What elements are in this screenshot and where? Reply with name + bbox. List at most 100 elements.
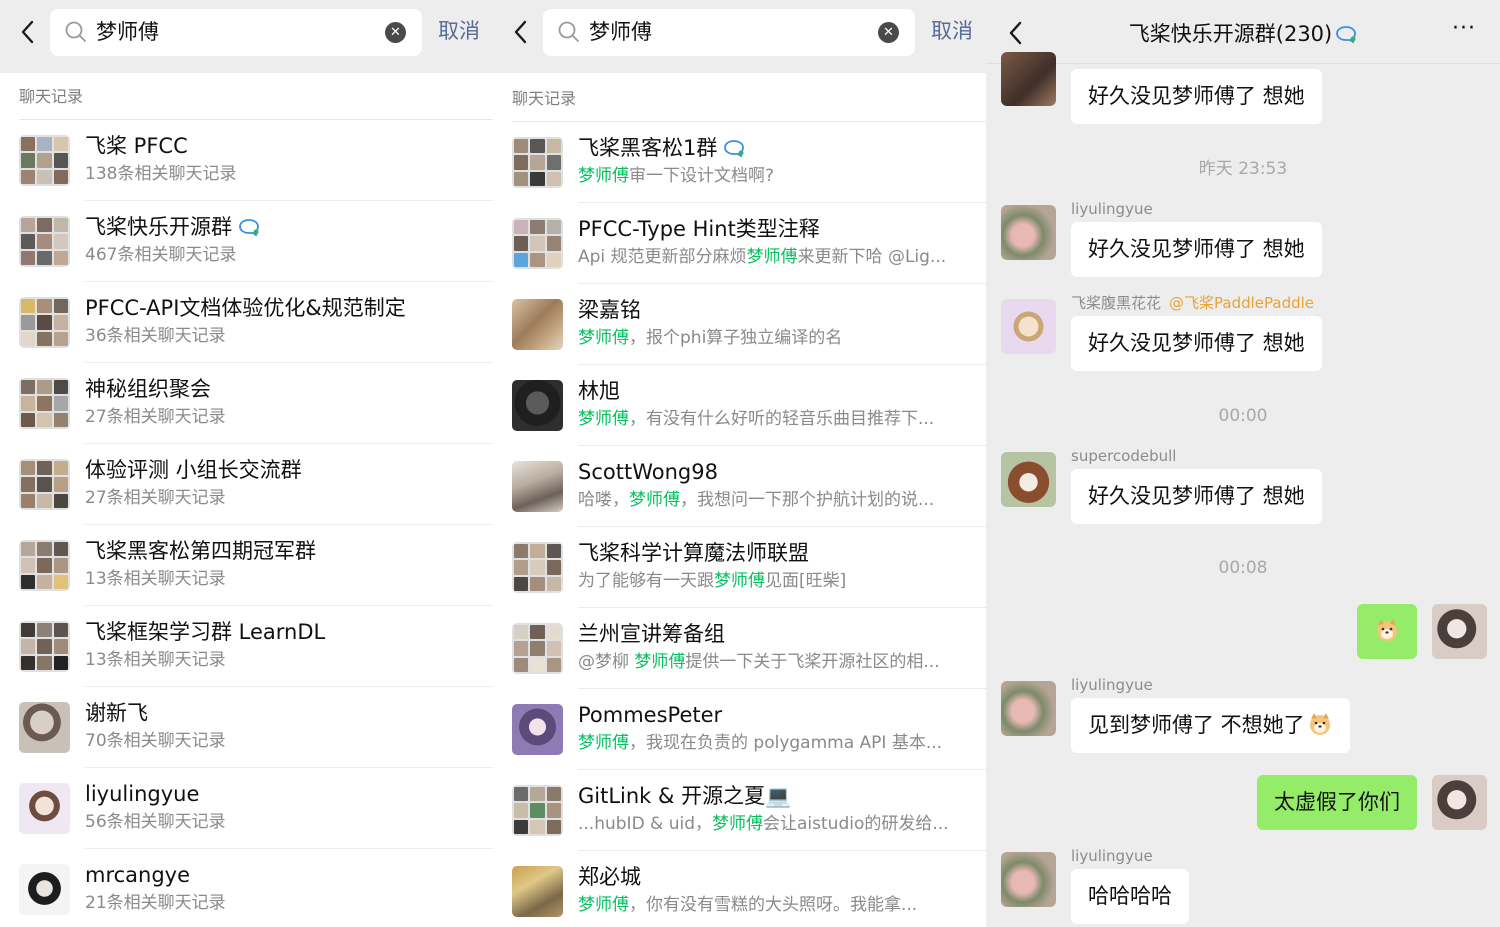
group-avatar (19, 459, 70, 510)
list-item-title: 梁嘉铭 (578, 298, 641, 322)
list-item[interactable]: 梁嘉铭 梦师傅，报个phi算子独立编译的名 (493, 284, 986, 365)
list-item[interactable]: 飞桨黑客松第四期冠军群 13条相关聊天记录 (0, 525, 493, 606)
sender-name: liyulingyue (1071, 200, 1153, 218)
list-item[interactable]: 飞桨快乐开源群 467条相关聊天记录 (0, 201, 493, 282)
more-options-button[interactable]: ··· (1452, 18, 1480, 42)
back-chevron-icon[interactable] (507, 16, 535, 48)
list-item[interactable]: 神秘组织聚会 27条相关聊天记录 (0, 363, 493, 444)
cancel-button[interactable]: 取消 (438, 18, 480, 45)
cancel-button[interactable]: 取消 (931, 18, 973, 45)
list-item-title: 飞桨 PFCC (85, 134, 188, 158)
message-bubble[interactable]: 好久没见梦师傅了 想她 (1071, 469, 1322, 524)
list-item-snippet: Api 规范更新部分麻烦梦师傅来更新下哈 @Lig... (578, 247, 947, 267)
search-header: 梦师傅 ✕ 取消 (493, 0, 986, 73)
search-input[interactable]: 梦师傅 ✕ (50, 9, 422, 56)
list-item[interactable]: 飞桨科学计算魔法师联盟 为了能够有一天跟梦师傅见面[旺柴] (493, 527, 986, 608)
contact-avatar (19, 702, 70, 753)
chat-title: 飞桨快乐开源群(230) (986, 20, 1500, 48)
avatar[interactable] (1001, 52, 1056, 106)
list-item-subtitle: 467条相关聊天记录 (85, 245, 237, 265)
contact-avatar (512, 866, 563, 917)
group-avatar (512, 137, 563, 188)
list-item-snippet: 梦师傅，我现在负责的 polygamma API 基本... (578, 733, 943, 753)
list-item-snippet: 梦师傅审一下设计文档啊? (578, 166, 775, 186)
list-item[interactable]: mrcangye 21条相关聊天记录 (0, 849, 493, 927)
timestamp: 00:00 (1218, 406, 1268, 426)
list-item[interactable]: 林旭 梦师傅，有没有什么好听的轻音乐曲目推荐下... (493, 365, 986, 446)
back-chevron-icon[interactable] (14, 16, 42, 48)
list-item-subtitle: 56条相关聊天记录 (85, 812, 226, 832)
avatar[interactable] (1001, 452, 1056, 507)
list-item-snippet: 哈喽，梦师傅，我想问一下那个护航计划的说... (578, 490, 935, 510)
message-bubble-sticker[interactable] (1357, 604, 1417, 659)
search-query: 梦师傅 (589, 20, 652, 44)
list-item-title: 飞桨黑客松1群 (578, 134, 745, 162)
search-icon (558, 21, 579, 42)
list-item[interactable]: 谢新飞 70条相关聊天记录 (0, 687, 493, 768)
list-item-title: mrcangye (85, 863, 191, 887)
timestamp: 昨天 23:53 (1198, 159, 1288, 179)
section-label: 聊天记录 (19, 87, 84, 106)
doge-emoji-icon (1309, 713, 1330, 735)
message-bubble[interactable]: 哈哈哈哈 (1071, 869, 1189, 924)
contact-avatar (512, 299, 563, 350)
sender-name: 飞桨腹黑花花 @飞桨PaddlePaddle (1071, 294, 1315, 312)
contact-avatar (512, 461, 563, 512)
contact-avatar (512, 380, 563, 431)
list-item[interactable]: PFCC-Type Hint类型注释 Api 规范更新部分麻烦梦师傅来更新下哈 … (493, 203, 986, 284)
list-item-subtitle: 27条相关聊天记录 (85, 488, 226, 508)
message-bubble[interactable]: 见到梦师傅了 不想她了 (1071, 698, 1350, 753)
list-item[interactable]: liyulingyue 56条相关聊天记录 (0, 768, 493, 849)
list-item-title: 郑必城 (578, 865, 641, 889)
list-item[interactable]: 飞桨框架学习群 LearnDL 13条相关聊天记录 (0, 606, 493, 687)
my-avatar[interactable] (1432, 604, 1487, 659)
list-item-snippet: @梦柳 梦师傅提供一下关于飞桨开源社区的相... (578, 652, 940, 672)
search-query: 梦师傅 (96, 20, 159, 44)
search-header: 梦师傅 ✕ 取消 (0, 0, 493, 73)
list-item-snippet: 梦师傅，你有没有雪糕的大头照呀。我能拿... (578, 895, 918, 915)
list-item-subtitle: 36条相关聊天记录 (85, 326, 226, 346)
search-input[interactable]: 梦师傅 ✕ (543, 9, 915, 56)
list-item[interactable]: PFCC-API文档体验优化&规范制定 36条相关聊天记录 (0, 282, 493, 363)
message-bubble-outgoing[interactable]: 太虚假了你们 (1257, 775, 1417, 830)
avatar[interactable] (1001, 681, 1056, 736)
chat-header: 飞桨快乐开源群(230) ··· (986, 0, 1500, 64)
contact-avatar (512, 704, 563, 755)
message-bubble[interactable]: 好久没见梦师傅了 想她 (1071, 222, 1322, 277)
group-avatar (19, 621, 70, 672)
list-item-title: 飞桨快乐开源群 (85, 213, 260, 241)
my-avatar[interactable] (1432, 775, 1487, 830)
group-avatar (512, 785, 563, 836)
list-item[interactable]: ScottWong98 哈喽，梦师傅，我想问一下那个护航计划的说... (493, 446, 986, 527)
list-item[interactable]: 兰州宣讲筹备组 @梦柳 梦师傅提供一下关于飞桨开源社区的相... (493, 608, 986, 689)
section-label: 聊天记录 (512, 89, 577, 108)
list-item-subtitle: 21条相关聊天记录 (85, 893, 226, 913)
list-item-title: PommesPeter (578, 703, 723, 727)
avatar[interactable] (1001, 205, 1056, 260)
sender-name: supercodebull (1071, 447, 1177, 465)
clear-icon[interactable]: ✕ (878, 22, 899, 43)
contact-avatar (19, 864, 70, 915)
sender-name: liyulingyue (1071, 676, 1153, 694)
clear-icon[interactable]: ✕ (385, 22, 406, 43)
group-avatar (19, 297, 70, 348)
list-item-title: 飞桨科学计算魔法师联盟 (578, 541, 809, 565)
list-item[interactable]: 飞桨黑客松1群 梦师傅审一下设计文档啊? (493, 122, 986, 203)
avatar[interactable] (1001, 299, 1056, 354)
avatar[interactable] (1001, 852, 1056, 907)
doge-emoji-icon (1377, 619, 1397, 641)
group-avatar (512, 623, 563, 674)
list-item[interactable]: 郑必城 梦师傅，你有没有雪糕的大头照呀。我能拿... (493, 851, 986, 927)
message-bubble[interactable]: 好久没见梦师傅了 想她 (1071, 69, 1322, 124)
list-item[interactable]: 飞桨 PFCC 138条相关聊天记录 (0, 120, 493, 201)
message-bubble[interactable]: 好久没见梦师傅了 想她 (1071, 316, 1322, 371)
sender-name: liyulingyue (1071, 847, 1153, 865)
list-item[interactable]: PommesPeter 梦师傅，我现在负责的 polygamma API 基本.… (493, 689, 986, 770)
list-item[interactable]: GitLink & 开源之夏💻 ...hubID & uid，梦师傅会让aist… (493, 770, 986, 851)
list-item-subtitle: 138条相关聊天记录 (85, 164, 237, 184)
list-item[interactable]: 体验评测 小组长交流群 27条相关聊天记录 (0, 444, 493, 525)
list-item-subtitle: 13条相关聊天记录 (85, 569, 226, 589)
group-avatar (19, 216, 70, 267)
list-item-title: 飞桨框架学习群 LearnDL (85, 620, 326, 644)
list-item-title: liyulingyue (85, 782, 200, 806)
